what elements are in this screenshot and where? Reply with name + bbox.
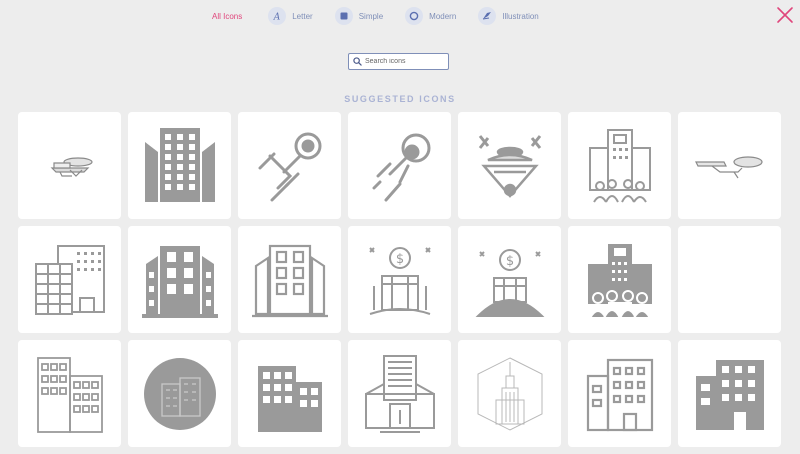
starship-flying-icon (372, 133, 430, 201)
icon-tile-finance-building[interactable]: $ (348, 226, 451, 333)
building-wings-outline-icon (251, 244, 328, 317)
starship-enterprise-icon (258, 132, 321, 201)
icon-tile-building-wings-outline[interactable] (238, 226, 341, 333)
office-tower-icon (364, 354, 435, 433)
brush-icon (478, 7, 497, 25)
close-x-icon (777, 7, 793, 23)
building-complex-icon (34, 244, 105, 315)
icon-tile-finance-globe[interactable]: $ (458, 226, 561, 333)
close-button[interactable] (776, 6, 794, 24)
icon-tile-starship-flat[interactable] (18, 112, 121, 219)
svg-text:$: $ (395, 252, 403, 267)
icon-tile-building-circle-badge[interactable] (128, 340, 231, 447)
icon-tile-city-block[interactable] (238, 340, 341, 447)
building-circle-badge-icon (143, 357, 216, 430)
search-box[interactable] (348, 53, 449, 70)
icon-tile-office-crowd[interactable] (568, 112, 671, 219)
filter-letter[interactable]: A Letter (268, 7, 313, 25)
icon-tile-office-crowd-2[interactable] (568, 226, 671, 333)
filter-all-icons[interactable]: All Icons (212, 12, 242, 21)
skyscraper-solid-icon (144, 127, 215, 202)
icon-tile-empire-state[interactable] (458, 340, 561, 447)
finance-building-icon: $ (368, 246, 431, 315)
icon-tile-saucer-station[interactable] (458, 112, 561, 219)
circle-outline-icon (405, 7, 424, 25)
office-crowd-icon (588, 128, 651, 203)
square-icon (334, 7, 353, 25)
icon-tile-starship-enterprise[interactable] (238, 112, 341, 219)
filter-label: Modern (429, 11, 457, 21)
filter-modern[interactable]: Modern (405, 7, 456, 25)
icon-tile-skyscraper-solid[interactable] (128, 112, 231, 219)
svg-text:A: A (273, 13, 281, 22)
filter-label: Illustration (502, 11, 539, 21)
apartment-block-icon (586, 358, 653, 431)
filter-bar: All Icons A Letter Simple Modern Illustr… (212, 6, 561, 26)
apartment-block-solid-icon (695, 359, 764, 430)
city-block-icon (257, 365, 322, 432)
search-icon (353, 57, 362, 66)
icon-tile-apartment-outline[interactable] (18, 340, 121, 447)
office-crowd-2-icon (587, 243, 652, 319)
icon-tile-starship-flying[interactable] (348, 112, 451, 219)
icon-tile-apartment-block[interactable] (568, 340, 671, 447)
letter-a-icon: A (268, 7, 287, 25)
search-input[interactable] (365, 58, 445, 65)
starship-flat-icon (50, 156, 93, 177)
filter-illustration[interactable]: Illustration (478, 7, 539, 25)
building-wings-icon (141, 245, 218, 318)
svg-text:$: $ (505, 254, 513, 269)
icon-tile-apartment-block-solid[interactable] (678, 340, 781, 447)
filter-label: Letter (292, 11, 313, 21)
icon-tile-building-wings[interactable] (128, 226, 231, 333)
icon-tile-building-complex[interactable] (18, 226, 121, 333)
icon-tile-office-tower[interactable] (348, 340, 451, 447)
filter-label: Simple (358, 11, 384, 21)
starship-flat-2-icon (694, 155, 763, 178)
section-title: SUGGESTED ICONS (344, 94, 456, 104)
finance-globe-icon: $ (475, 248, 544, 317)
icon-tile-empty[interactable] (678, 226, 781, 333)
filter-simple[interactable]: Simple (334, 7, 384, 25)
empire-state-icon (477, 356, 542, 431)
saucer-station-icon (478, 134, 541, 198)
apartment-outline-icon (36, 356, 103, 433)
icon-tile-starship-flat-2[interactable] (678, 112, 781, 219)
icon-grid: $ $ (18, 112, 781, 447)
filter-label: All Icons (212, 11, 243, 21)
